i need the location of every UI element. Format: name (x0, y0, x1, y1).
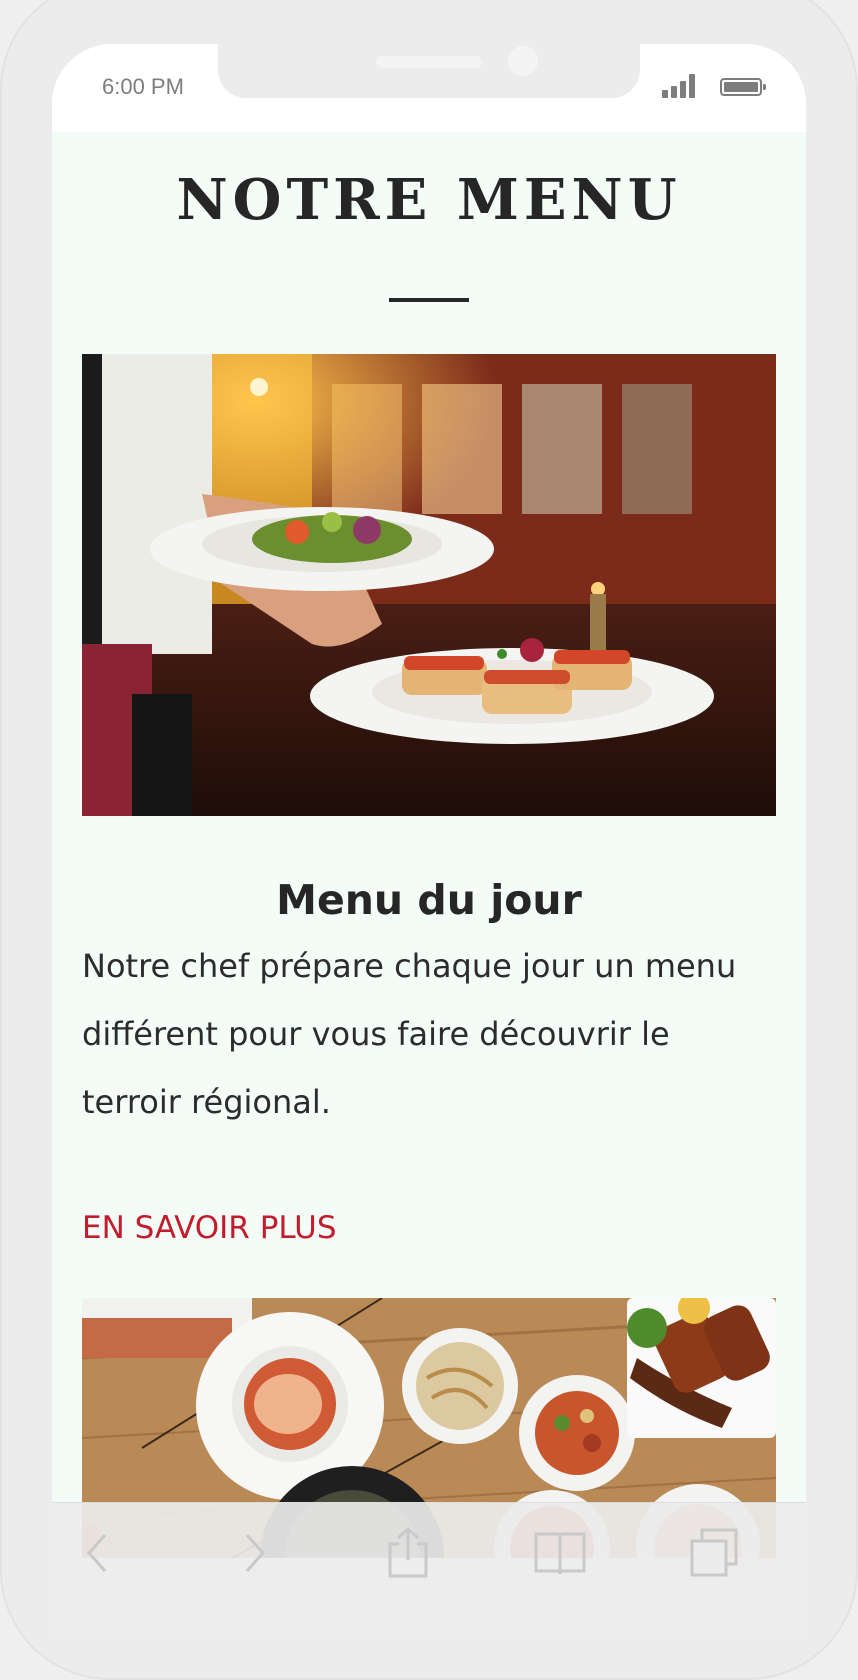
title-divider (389, 298, 469, 302)
signal-icon (662, 74, 702, 98)
front-camera (508, 46, 538, 76)
battery-icon (720, 78, 766, 96)
phone-screen: 6:00 PM NOTRE MENU Menu du jour Notre ch… (52, 44, 806, 1640)
share-icon (388, 1526, 428, 1578)
learn-more-link[interactable]: EN SAVOIR PLUS (82, 1210, 337, 1246)
notch (218, 44, 640, 98)
status-bar: 6:00 PM (52, 44, 806, 132)
page-title: NOTRE MENU (176, 167, 682, 233)
section-title: Menu du jour (276, 876, 582, 924)
chevron-right-icon (245, 1534, 266, 1572)
tabs-icon (690, 1528, 738, 1577)
status-time: 6:00 PM (102, 74, 184, 99)
book-icon (534, 1532, 586, 1575)
bookmarks-button[interactable] (530, 1523, 590, 1583)
tabs-button[interactable] (684, 1523, 744, 1583)
section-description: Notre chef prépare chaque jour un menu d… (82, 947, 737, 1121)
waiter-serving-plates-photo (82, 354, 776, 816)
browser-toolbar (52, 1502, 806, 1641)
back-button[interactable] (68, 1523, 128, 1583)
chevron-left-icon (86, 1534, 107, 1572)
forward-button[interactable] (224, 1523, 284, 1583)
share-button[interactable] (378, 1523, 438, 1583)
speaker (376, 56, 482, 68)
